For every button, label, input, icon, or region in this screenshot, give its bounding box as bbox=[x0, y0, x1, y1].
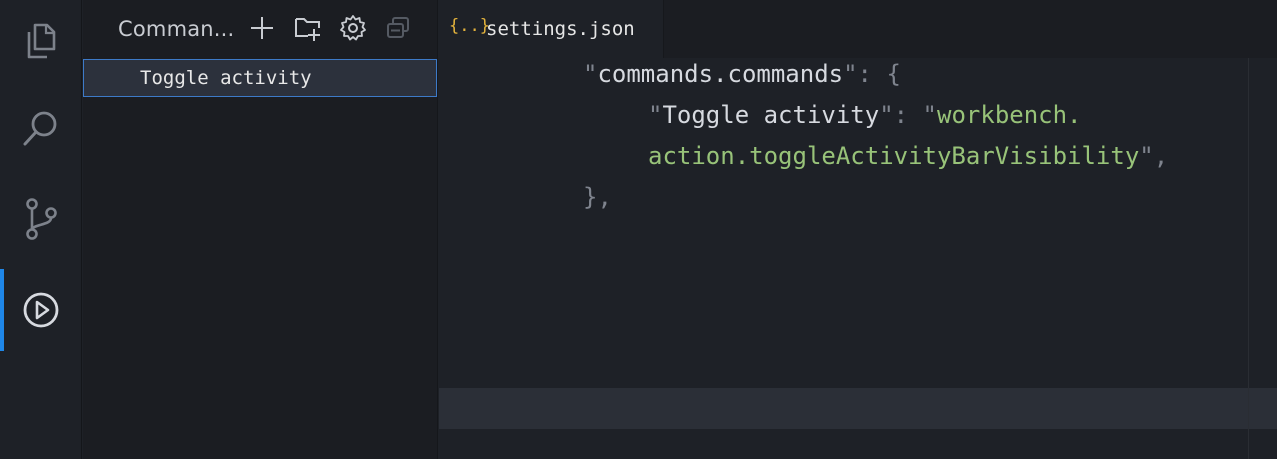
code-editor[interactable]: "commands.commands": { "Toggle activity"… bbox=[439, 58, 1277, 459]
editor-tab-bar: {..} settings.json bbox=[439, 0, 1277, 58]
activity-bar bbox=[0, 0, 82, 459]
search-icon bbox=[23, 111, 57, 146]
code-line-2: "Toggle activity": "workbench. bbox=[648, 101, 1082, 129]
activity-source-control[interactable] bbox=[0, 178, 82, 260]
sidebar-header: Comman... bbox=[83, 0, 438, 58]
tab-label: settings.json bbox=[486, 18, 635, 40]
code-line-1: "commands.commands": { bbox=[583, 60, 901, 88]
tree-item[interactable]: Toggle activity bbox=[83, 59, 437, 97]
current-line-highlight bbox=[439, 388, 1277, 429]
source-control-icon bbox=[26, 198, 57, 240]
json-file-icon: {..} bbox=[449, 16, 490, 36]
sidebar: Comman... Toggle activity bbox=[83, 0, 438, 459]
activity-commands[interactable] bbox=[0, 269, 82, 351]
code-line-3: action.toggleActivityBarVisibility", bbox=[648, 142, 1169, 170]
add-icon[interactable] bbox=[248, 14, 276, 42]
code-line-4: }, bbox=[583, 183, 612, 211]
tab-settings-json[interactable]: {..} settings.json bbox=[439, 0, 664, 58]
run-icon bbox=[23, 292, 59, 328]
sidebar-title: Comman... bbox=[118, 17, 235, 41]
gear-icon[interactable] bbox=[339, 14, 367, 42]
vscode-window: Comman... Toggle activity {..} settings.… bbox=[0, 0, 1277, 459]
activity-explorer[interactable] bbox=[0, 0, 82, 82]
collapse-all-icon[interactable] bbox=[384, 14, 412, 42]
files-icon bbox=[27, 23, 56, 59]
editor-scrollbar[interactable] bbox=[1248, 58, 1249, 459]
tree-item-label: Toggle activity bbox=[140, 67, 312, 89]
new-folder-icon[interactable] bbox=[294, 14, 322, 42]
activity-search[interactable] bbox=[0, 88, 82, 170]
